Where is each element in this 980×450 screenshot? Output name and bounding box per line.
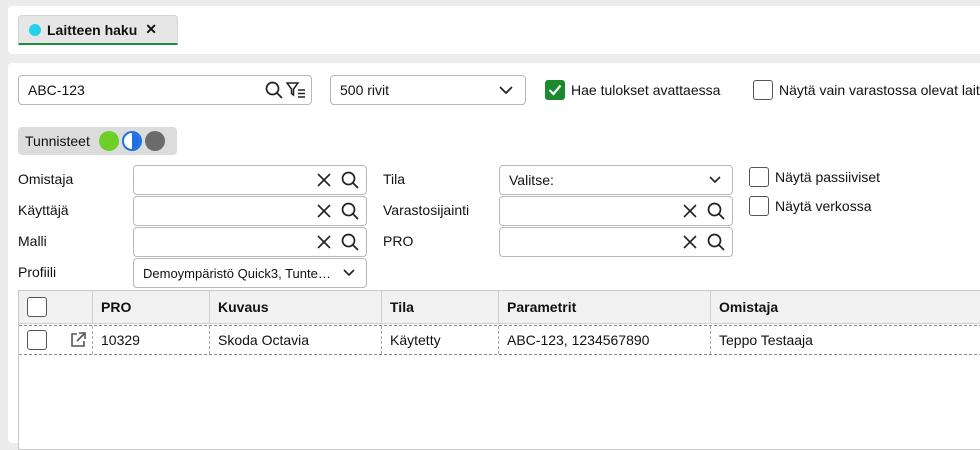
clear-icon[interactable] xyxy=(679,200,701,222)
cell-omistaja: Teppo Testaaja xyxy=(710,326,980,354)
header-parametrit[interactable]: Parametrit xyxy=(498,291,710,323)
row-select-cell xyxy=(19,326,92,354)
clear-icon[interactable] xyxy=(679,231,701,253)
table-header: PRO Kuvaus Tila Parametrit Omistaja xyxy=(19,291,980,324)
checkbox-unchecked-icon[interactable] xyxy=(749,196,769,216)
checkbox-passiiviset[interactable]: Näytä passiiviset xyxy=(749,167,880,187)
search-field[interactable]: ABC-123 xyxy=(18,75,312,105)
results-table: PRO Kuvaus Tila Parametrit Omistaja 1032… xyxy=(18,290,980,450)
search-icon[interactable] xyxy=(705,200,727,222)
filter-profiili-value: Demoympäristö Quick3, Tuntematon… xyxy=(143,265,338,281)
tag-filter[interactable]: Tunnisteet xyxy=(18,127,177,155)
search-input[interactable]: ABC-123 xyxy=(19,82,263,98)
filter-label-tila: Tila xyxy=(383,171,406,187)
tab-laitteen-haku[interactable]: Laitteen haku ✕ xyxy=(18,15,178,45)
search-icon[interactable] xyxy=(705,231,727,253)
search-icon[interactable] xyxy=(339,169,361,191)
header-kuvaus[interactable]: Kuvaus xyxy=(209,291,381,323)
select-all-checkbox[interactable] xyxy=(27,297,47,317)
header-pro[interactable]: PRO xyxy=(92,291,209,323)
filter-settings-icon[interactable] xyxy=(285,79,307,101)
close-icon[interactable]: ✕ xyxy=(145,21,157,38)
search-icon[interactable] xyxy=(339,200,361,222)
chevron-down-icon xyxy=(338,262,360,284)
search-icon[interactable] xyxy=(263,79,285,101)
filter-tila-select[interactable]: Valitse: xyxy=(499,165,733,195)
clear-icon[interactable] xyxy=(313,169,335,191)
filter-label-varastosijainti: Varastosijainti xyxy=(383,202,470,218)
checkbox-label: Näytä vain varastossa olevat laitteet xyxy=(779,82,980,98)
table-row[interactable]: 10329 Skoda Octavia Käytetty ABC-123, 12… xyxy=(19,325,980,355)
cell-pro: 10329 xyxy=(92,326,209,354)
header-omistaja[interactable]: Omistaja xyxy=(710,291,980,323)
filter-omistaja-field[interactable] xyxy=(133,165,367,195)
filter-profiili-select[interactable]: Demoympäristö Quick3, Tuntematon… xyxy=(133,258,367,288)
header-select-all xyxy=(19,291,92,323)
tab-label: Laitteen haku xyxy=(47,21,138,38)
row-checkbox[interactable] xyxy=(27,330,47,350)
clear-icon[interactable] xyxy=(313,231,335,253)
checkbox-label: Näytä verkossa xyxy=(775,198,872,214)
search-icon[interactable] xyxy=(339,231,361,253)
filter-varastosijainti-field[interactable] xyxy=(499,196,733,226)
checkbox-unchecked-icon[interactable] xyxy=(749,167,769,187)
search-panel: ABC-123 500 rivit Hae tulokset avattaess… xyxy=(8,63,980,450)
tag-filter-label: Tunnisteet xyxy=(25,133,90,149)
filter-malli-field[interactable] xyxy=(133,227,367,257)
chevron-down-icon xyxy=(495,79,517,101)
rows-select-value: 500 rivit xyxy=(340,82,390,98)
filter-label-malli: Malli xyxy=(18,233,47,249)
clear-icon[interactable] xyxy=(313,200,335,222)
header-tila[interactable]: Tila xyxy=(381,291,498,323)
cell-kuvaus: Skoda Octavia xyxy=(209,326,381,354)
filter-label-profiili: Profiili xyxy=(18,264,57,280)
tab-bar: Laitteen haku ✕ xyxy=(8,6,980,54)
filter-pro-field[interactable] xyxy=(499,227,733,257)
filter-label-omistaja: Omistaja xyxy=(18,171,74,187)
chevron-down-icon xyxy=(704,169,726,191)
checkbox-verkossa[interactable]: Näytä verkossa xyxy=(749,196,871,216)
cell-tila: Käytetty xyxy=(381,326,498,354)
checkbox-hae-avattaessa[interactable]: Hae tulokset avattaessa xyxy=(545,80,720,100)
filter-tila-value: Valitse: xyxy=(509,172,554,188)
checkbox-unchecked-icon[interactable] xyxy=(753,80,773,100)
checkbox-vain-varastossa[interactable]: Näytä vain varastossa olevat laitteet xyxy=(753,80,980,100)
checkbox-label: Hae tulokset avattaessa xyxy=(571,82,721,98)
tag-half-blue-icon[interactable] xyxy=(121,131,142,151)
open-external-icon[interactable] xyxy=(67,329,89,351)
tab-status-dot-icon xyxy=(29,23,41,36)
checkbox-label: Näytä passiiviset xyxy=(775,169,881,185)
filter-kayttaja-field[interactable] xyxy=(133,196,367,226)
cell-parametrit: ABC-123, 1234567890 xyxy=(498,326,710,354)
checkbox-checked-icon[interactable] xyxy=(545,80,565,100)
tag-green-icon[interactable] xyxy=(98,131,119,151)
filter-label-pro: PRO xyxy=(383,233,414,249)
rows-select[interactable]: 500 rivit xyxy=(330,75,526,105)
tag-gray-icon[interactable] xyxy=(144,131,165,151)
filter-label-kayttaja: Käyttäjä xyxy=(18,202,69,218)
